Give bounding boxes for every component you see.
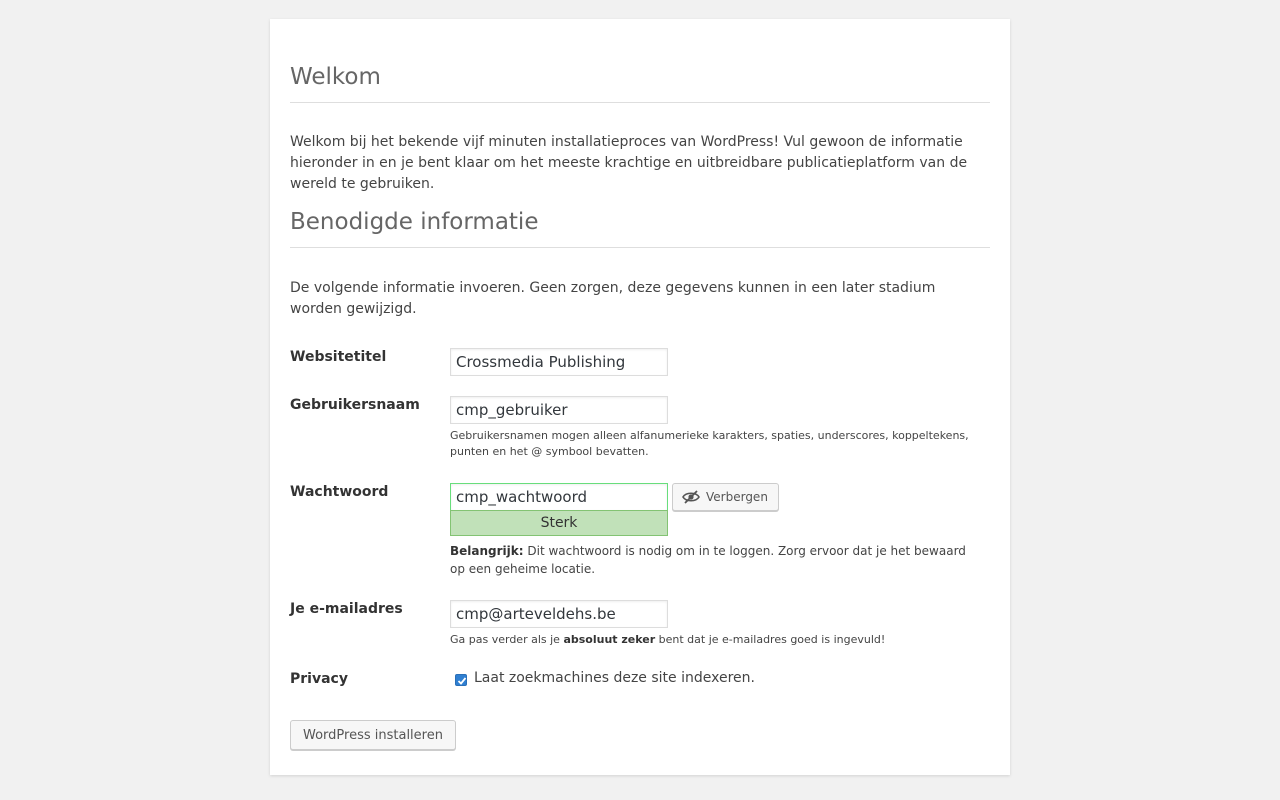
site-title-label: Websitetitel [290,349,387,365]
email-note-bold: absoluut zeker [563,633,656,646]
email-input[interactable] [450,600,668,628]
install-wordpress-button[interactable]: WordPress installeren [290,720,456,750]
search-engine-checkbox[interactable] [455,674,467,686]
email-note: Ga pas verder als je absoluut zeker bent… [450,632,970,648]
site-title-input[interactable] [450,348,668,376]
username-input[interactable] [450,396,668,424]
username-description: Gebruikersnamen mogen alleen alfanumerie… [450,429,969,458]
welcome-text: Welkom bij het bekende vijf minuten inst… [290,134,968,192]
email-label: Je e-mailadres [290,601,403,617]
setup-card: Welkom Welkom bij het bekende vijf minut… [270,19,1010,775]
welcome-heading: Welkom [290,64,990,103]
password-label: Wachtwoord [290,484,389,500]
password-input[interactable] [450,483,668,511]
hide-password-button[interactable]: Verbergen [672,483,779,511]
info-heading: Benodigde informatie [290,209,990,248]
password-strength-indicator: Sterk [450,510,668,536]
search-engine-checkbox-label[interactable]: Laat zoekmachines deze site indexeren. [474,670,755,686]
email-note-post: bent dat je e-mailadres goed is ingevuld… [655,633,886,646]
email-note-pre: Ga pas verder als je [450,633,564,646]
privacy-label: Privacy [290,671,348,687]
info-text: De volgende informatie invoeren. Geen zo… [290,280,936,317]
password-note: Belangrijk: Dit wachtwoord is nodig om i… [450,542,970,578]
checkmark-icon [457,677,467,685]
password-note-text: Dit wachtwoord is nodig om in te loggen.… [450,544,966,576]
eye-slash-icon [682,490,700,504]
hide-password-label: Verbergen [706,490,768,504]
username-label: Gebruikersnaam [290,397,420,413]
password-note-bold: Belangrijk: [450,544,524,558]
